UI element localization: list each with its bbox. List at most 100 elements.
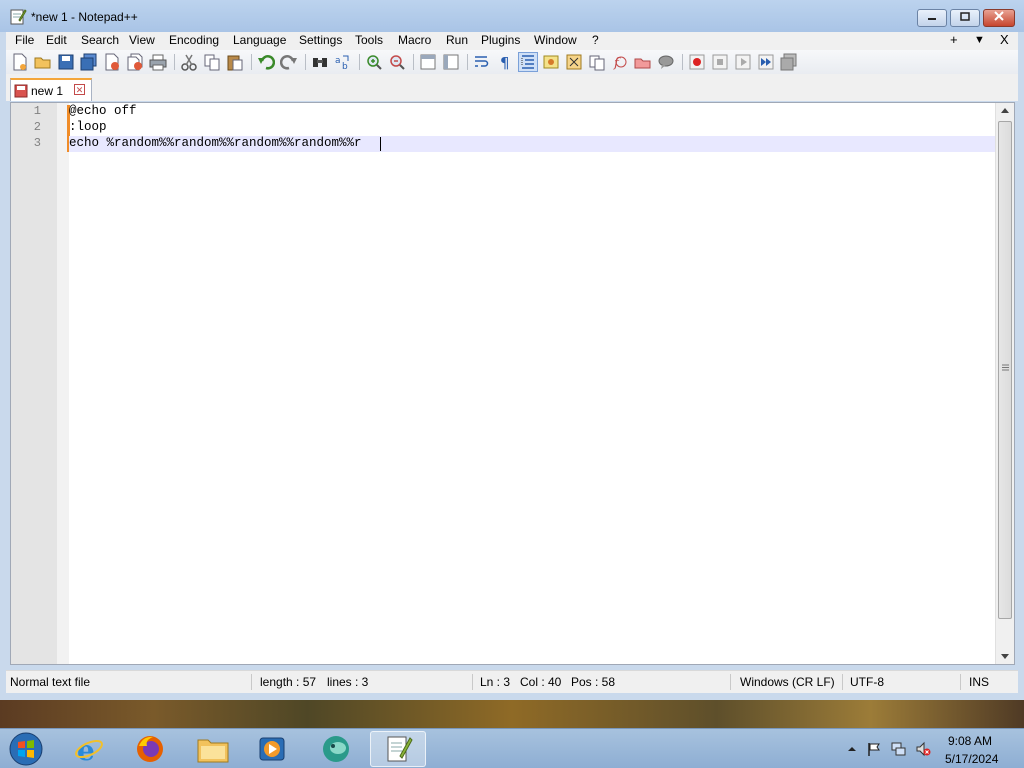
start-button[interactable]	[0, 731, 56, 767]
menu-settings[interactable]: Settings	[299, 33, 342, 47]
start-orb-icon	[9, 732, 43, 766]
tab-list-dropdown-button[interactable]: ▼	[974, 34, 985, 46]
menu-tools[interactable]: Tools	[355, 33, 383, 47]
menu-edit[interactable]: Edit	[46, 33, 67, 47]
toolbar-separator	[305, 54, 306, 70]
status-insert-mode[interactable]: INS	[969, 675, 989, 689]
status-separator	[960, 674, 961, 690]
paste-icon[interactable]	[226, 53, 244, 71]
menu-encoding[interactable]: Encoding	[169, 33, 219, 47]
scrollbar-thumb[interactable]	[998, 121, 1012, 619]
minimize-button[interactable]	[917, 9, 947, 27]
menu-file[interactable]: File	[15, 33, 34, 47]
record-macro-icon[interactable]	[688, 53, 706, 71]
zoom-out-icon[interactable]	[388, 53, 406, 71]
menu-help[interactable]: ?	[592, 33, 599, 47]
volume-muted-icon[interactable]	[915, 741, 931, 757]
toolbar-separator	[682, 54, 683, 70]
taskbar-app[interactable]	[309, 731, 365, 767]
status-encoding[interactable]: UTF-8	[850, 675, 884, 689]
toolbar-separator	[174, 54, 175, 70]
file-explorer-icon	[197, 739, 229, 763]
speech-bubble-icon[interactable]	[657, 53, 675, 71]
monitoring-icon[interactable]	[634, 53, 652, 71]
close-all-icon[interactable]	[126, 53, 144, 71]
clock-time[interactable]: 9:08 AM	[948, 734, 992, 748]
taskbar-file-explorer[interactable]	[185, 731, 241, 767]
close-document-button[interactable]: X	[1000, 32, 1009, 47]
taskbar-notepadpp[interactable]	[370, 731, 426, 767]
restore-icon	[960, 12, 970, 21]
find-icon[interactable]	[311, 53, 329, 71]
line-number: 3	[33, 136, 41, 150]
indent-guide-icon[interactable]	[518, 52, 538, 72]
maximize-button[interactable]	[950, 9, 980, 27]
close-button[interactable]	[983, 9, 1015, 27]
title-bar[interactable]: *new 1 - Notepad++	[0, 0, 1024, 32]
media-player-icon	[259, 737, 285, 761]
tab-strip: new 1 ✕	[6, 74, 1018, 101]
run-macro-multiple-icon[interactable]	[757, 53, 775, 71]
save-all-icon[interactable]	[80, 53, 98, 71]
status-separator	[730, 674, 731, 690]
grip-icon	[1002, 364, 1009, 371]
document-map-icon[interactable]	[565, 53, 583, 71]
menu-run[interactable]: Run	[446, 33, 468, 47]
menu-view[interactable]: View	[129, 33, 155, 47]
code-line[interactable]: @echo off	[69, 104, 137, 118]
replace-icon[interactable]: ab	[334, 53, 352, 71]
user-language-icon[interactable]	[542, 53, 560, 71]
tab-new-1[interactable]: new 1 ✕	[10, 78, 92, 101]
word-wrap-icon[interactable]	[473, 53, 491, 71]
toolbar-separator	[251, 54, 252, 70]
toolbar-separator	[413, 54, 414, 70]
zoom-in-icon[interactable]	[365, 53, 383, 71]
menu-plugins[interactable]: Plugins	[481, 33, 520, 47]
taskbar-firefox[interactable]	[123, 731, 179, 767]
taskbar-internet-explorer[interactable]: e	[62, 731, 118, 767]
menu-macro[interactable]: Macro	[398, 33, 431, 47]
show-all-characters-icon[interactable]: ¶	[496, 53, 514, 71]
new-file-icon[interactable]	[11, 53, 29, 71]
stop-recording-icon[interactable]	[711, 53, 729, 71]
menu-search[interactable]: Search	[81, 33, 119, 47]
status-bar: Normal text file length : 57 lines : 3 L…	[6, 670, 1018, 693]
action-center-flag-icon[interactable]	[866, 741, 882, 757]
redo-icon[interactable]	[280, 53, 298, 71]
close-icon[interactable]	[103, 53, 121, 71]
sync-horizontal-icon[interactable]	[442, 53, 460, 71]
show-hidden-icons-icon[interactable]	[844, 741, 860, 757]
line-number: 2	[33, 120, 41, 134]
menu-window[interactable]: Window	[534, 33, 577, 47]
open-file-icon[interactable]	[34, 53, 52, 71]
status-separator	[842, 674, 843, 690]
save-icon[interactable]	[57, 53, 75, 71]
menu-bar: File Edit Search View Encoding Language …	[6, 32, 1018, 50]
save-macro-icon[interactable]	[780, 53, 798, 71]
clock-date[interactable]: 5/17/2024	[945, 752, 998, 766]
copy-icon[interactable]	[203, 53, 221, 71]
scroll-down-icon[interactable]	[1001, 654, 1009, 660]
minimize-icon	[928, 18, 936, 20]
network-icon[interactable]	[890, 741, 906, 757]
text-caret	[380, 137, 381, 151]
function-list-icon[interactable]	[588, 53, 606, 71]
status-length: length : 57	[260, 675, 317, 689]
fold-margin[interactable]	[57, 103, 69, 664]
sync-vertical-icon[interactable]	[419, 53, 437, 71]
code-line[interactable]: echo %random%%random%%random%%random%%r	[69, 136, 362, 150]
undo-icon[interactable]	[257, 53, 275, 71]
playback-macro-icon[interactable]	[734, 53, 752, 71]
status-eol[interactable]: Windows (CR LF)	[740, 675, 835, 689]
print-icon[interactable]	[149, 53, 167, 71]
taskbar-media-player[interactable]	[245, 731, 301, 767]
menu-language[interactable]: Language	[233, 33, 286, 47]
tab-close-icon[interactable]: ✕	[74, 84, 85, 95]
cut-icon[interactable]	[180, 53, 198, 71]
scroll-up-icon[interactable]	[1001, 107, 1009, 113]
folder-workspace-icon[interactable]: f	[611, 53, 629, 71]
vertical-scrollbar[interactable]	[995, 103, 1014, 664]
editor-area[interactable]: 1 2 3 @echo off :loop echo %random%%rand…	[10, 102, 1015, 665]
new-tab-plus-button[interactable]: +	[950, 32, 958, 47]
code-line[interactable]: :loop	[69, 120, 107, 134]
